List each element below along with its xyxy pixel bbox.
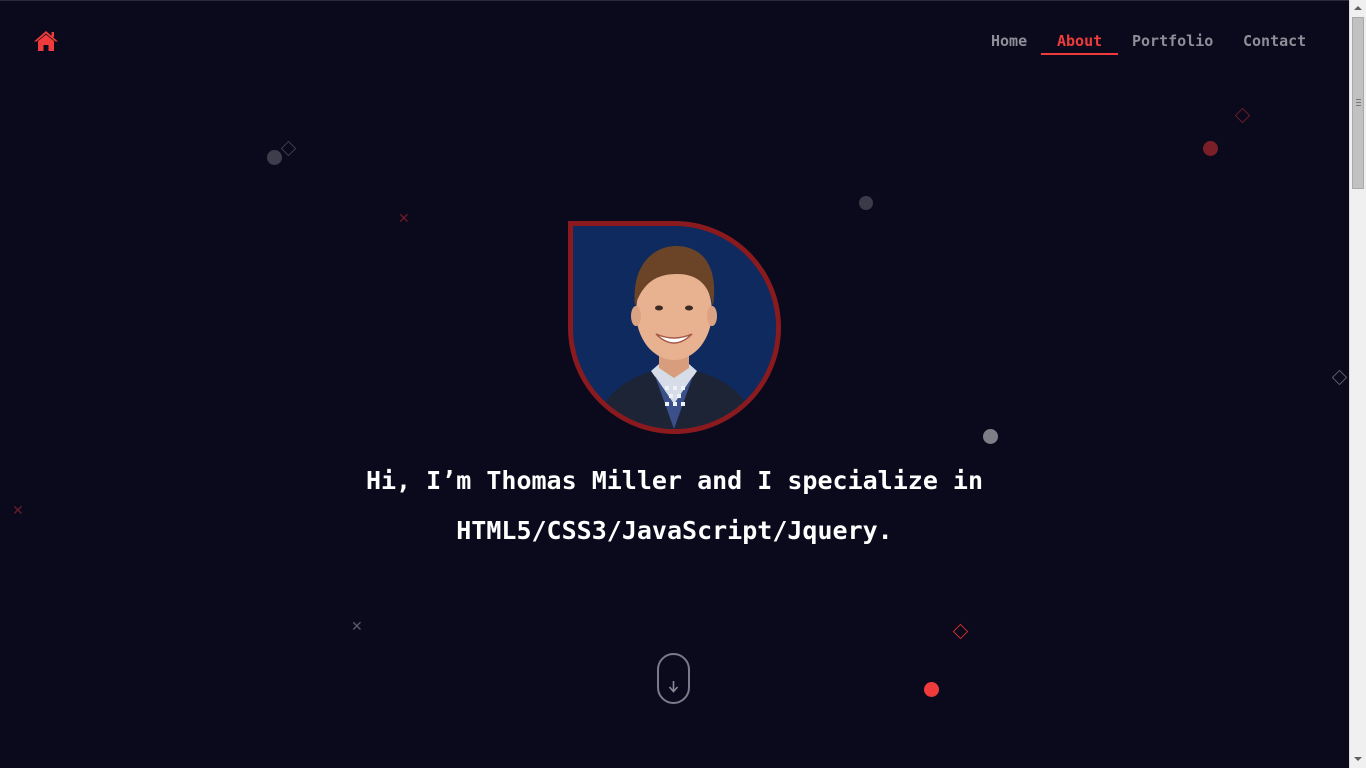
decor-diamond [1331, 369, 1348, 386]
nav-portfolio-link[interactable]: Portfolio [1132, 31, 1213, 51]
decor-dot [924, 682, 939, 697]
decor-cross: ✕ [398, 211, 410, 227]
arrow-down-icon [668, 681, 679, 693]
scroll-down-button[interactable] [657, 653, 690, 704]
scroll-down-arrow-icon[interactable] [1354, 757, 1362, 761]
hero-intro: Hi, I’m Thomas Miller and I specialize i… [300, 456, 1049, 556]
page-scrollbar[interactable] [1349, 0, 1366, 768]
decor-diamond [280, 140, 297, 157]
nav-active-underline [1041, 53, 1118, 55]
scroll-up-arrow-icon[interactable] [1354, 6, 1362, 10]
main-nav: Home About Portfolio Contact [0, 31, 1349, 61]
profile-photo [573, 226, 776, 429]
decor-dot [983, 429, 998, 444]
decor-diamond [1234, 107, 1251, 124]
hero-line-2: HTML5/CSS3/JavaScript/Jquery. [456, 516, 893, 545]
grip-line [1356, 99, 1361, 100]
decor-dot [859, 196, 873, 210]
top-border [0, 0, 1349, 1]
decor-cross: ✕ [351, 619, 363, 635]
grip-line [1356, 105, 1361, 106]
decor-dot [1203, 141, 1218, 156]
grip-line [1356, 102, 1361, 103]
nav-home-link[interactable]: Home [991, 31, 1027, 51]
nav-contact-link[interactable]: Contact [1243, 31, 1306, 51]
page: ✕ ✕ ✕ Home About Portfolio Contact Hi, I… [0, 0, 1349, 768]
decor-diamond [952, 623, 969, 640]
scrollbar-thumb[interactable] [1352, 17, 1364, 189]
nav-about-link[interactable]: About [1057, 31, 1102, 51]
profile-avatar [568, 221, 781, 434]
hero-line-1: Hi, I’m Thomas Miller and I specialize i… [365, 466, 984, 495]
decor-dot [267, 150, 282, 165]
decor-cross: ✕ [12, 503, 24, 519]
